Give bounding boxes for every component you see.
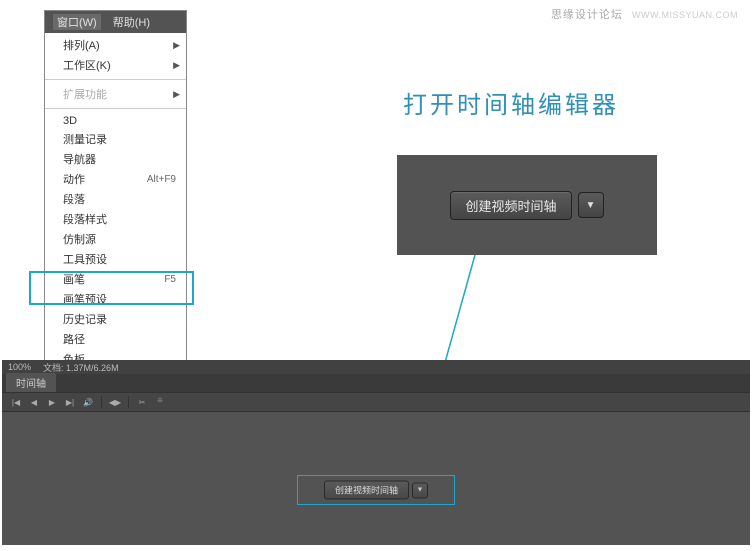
submenu-arrow-icon: ▶ xyxy=(173,40,180,51)
menu-item-clone-source[interactable]: 仿制源 xyxy=(45,229,186,249)
tab-timeline[interactable]: 时间轴 xyxy=(6,373,56,392)
control-separator xyxy=(128,396,129,408)
timeline-body: 创建视频时间轴 ▼ xyxy=(2,412,750,542)
watermark: 思缘设计论坛 WWW.MISSYUAN.COM xyxy=(551,6,738,22)
transition-button[interactable]: ⯐ xyxy=(152,395,168,409)
menubar-window[interactable]: 窗口(W) xyxy=(53,14,101,30)
submenu-arrow-icon: ▶ xyxy=(173,60,180,71)
menu-item-paragraph-styles[interactable]: 段落样式 xyxy=(45,209,186,229)
go-to-first-frame-button[interactable]: |◀ xyxy=(8,395,24,409)
submenu-arrow-icon: ▶ xyxy=(173,89,180,100)
loop-button[interactable]: ◀▶ xyxy=(107,395,123,409)
document-info: 文档: 1.37M/6.26M xyxy=(43,361,119,374)
next-frame-button[interactable]: ▶| xyxy=(62,395,78,409)
menu-item-brush-presets[interactable]: 画笔预设 xyxy=(45,289,186,309)
timeline-panel: 100% 文档: 1.37M/6.26M 时间轴 |◀ ◀ ▶ ▶| 🔊 ◀▶ … xyxy=(2,360,750,545)
menu-item-arrange[interactable]: 排列(A)▶ xyxy=(45,35,186,55)
instruction-text: 打开时间轴编辑器 xyxy=(403,85,619,120)
menu-item-3d[interactable]: 3D xyxy=(45,113,186,129)
menu-item-actions[interactable]: 动作Alt+F9 xyxy=(45,169,186,189)
shortcut: Alt+F9 xyxy=(147,174,176,185)
menu-item-history[interactable]: 历史记录 xyxy=(45,309,186,329)
control-separator xyxy=(101,396,102,408)
zoom-level[interactable]: 100% xyxy=(8,362,31,372)
watermark-brand: 思缘设计论坛 xyxy=(551,9,623,21)
panel-tab-bar: 时间轴 xyxy=(2,374,750,392)
chevron-down-icon: ▼ xyxy=(417,487,424,494)
menu-item-paragraph[interactable]: 段落 xyxy=(45,189,186,209)
menubar-help[interactable]: 帮助(H) xyxy=(113,14,150,30)
split-button[interactable]: ✂ xyxy=(134,395,150,409)
menu-item-workspace[interactable]: 工作区(K)▶ xyxy=(45,55,186,75)
menu-item-paths[interactable]: 路径 xyxy=(45,329,186,349)
zoom-panel: 创建视频时间轴 ▼ xyxy=(397,155,657,255)
play-button[interactable]: ▶ xyxy=(44,395,60,409)
create-video-timeline-button-small[interactable]: 创建视频时间轴 xyxy=(324,481,409,500)
prev-frame-button[interactable]: ◀ xyxy=(26,395,42,409)
menu-item-tool-presets[interactable]: 工具预设 xyxy=(45,249,186,269)
menu-separator xyxy=(45,108,186,109)
menu-item-measurement[interactable]: 测量记录 xyxy=(45,129,186,149)
audio-button[interactable]: 🔊 xyxy=(80,395,96,409)
create-timeline-dropdown-small[interactable]: ▼ xyxy=(412,482,428,498)
menu-item-brushes[interactable]: 画笔F5 xyxy=(45,269,186,289)
create-timeline-dropdown[interactable]: ▼ xyxy=(578,192,604,218)
menu-separator xyxy=(45,79,186,80)
menubar[interactable]: 窗口(W) 帮助(H) xyxy=(45,11,186,33)
watermark-url: WWW.MISSYUAN.COM xyxy=(632,10,738,20)
create-video-timeline-button[interactable]: 创建视频时间轴 xyxy=(450,191,571,220)
timeline-controls: |◀ ◀ ▶ ▶| 🔊 ◀▶ ✂ ⯐ xyxy=(2,392,750,412)
status-bar: 100% 文档: 1.37M/6.26M xyxy=(2,360,750,374)
shortcut: F5 xyxy=(164,274,176,285)
menu-item-extensions: 扩展功能▶ xyxy=(45,84,186,104)
chevron-down-icon: ▼ xyxy=(586,200,596,211)
menu-item-navigator[interactable]: 导航器 xyxy=(45,149,186,169)
